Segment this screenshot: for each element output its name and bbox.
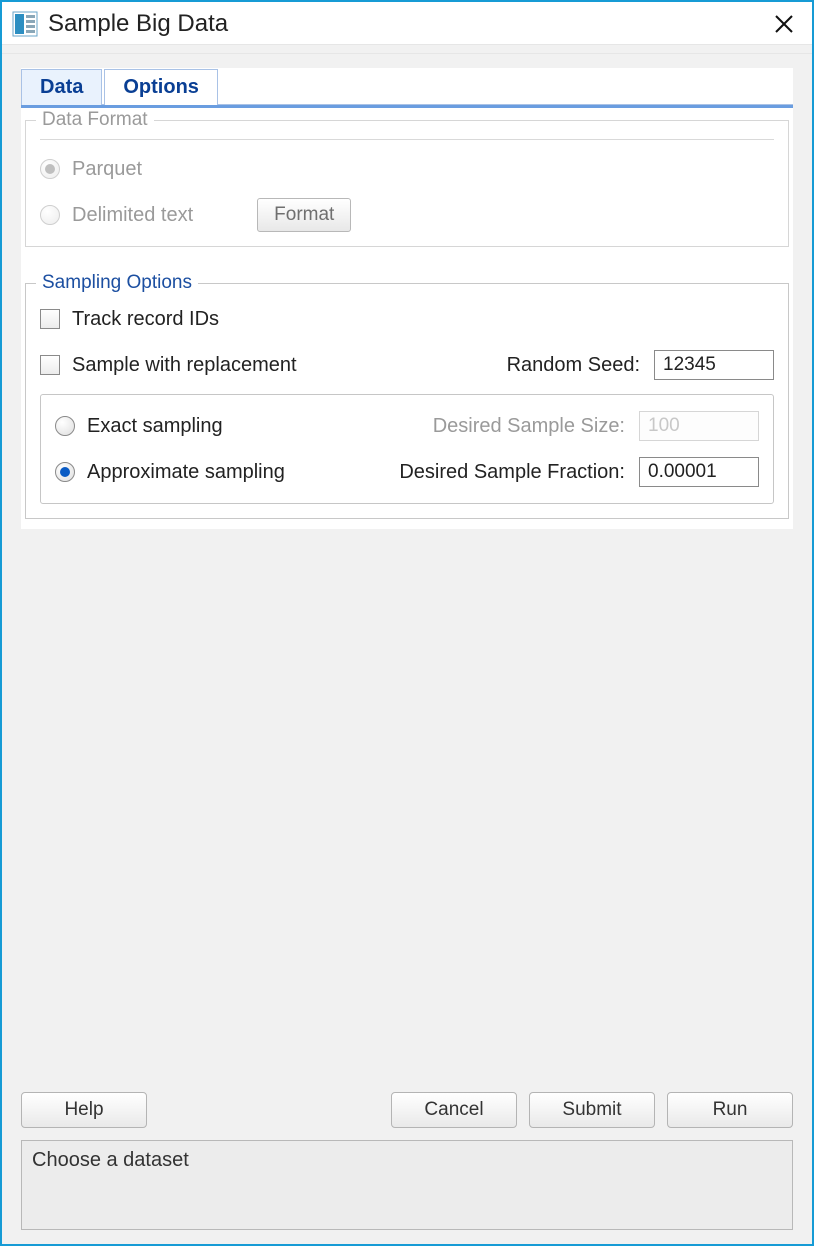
tab-options[interactable]: Options xyxy=(104,69,218,105)
format-button[interactable]: Format xyxy=(257,198,351,232)
help-button[interactable]: Help xyxy=(21,1092,147,1128)
label-desired-size: Desired Sample Size: xyxy=(433,415,625,438)
tab-data[interactable]: Data xyxy=(21,69,102,105)
tabs-row: Data Options xyxy=(21,68,793,104)
dialog-page: Data Options Data Format Parquet Delimit… xyxy=(21,68,793,529)
checkbox-track-ids[interactable] xyxy=(40,309,60,329)
label-replacement: Sample with replacement xyxy=(72,354,297,377)
field-desired-size: Desired Sample Size: xyxy=(433,411,759,441)
input-random-seed[interactable] xyxy=(654,350,774,380)
row-exact: Exact sampling Desired Sample Size: xyxy=(55,409,759,443)
label-random-seed: Random Seed: xyxy=(507,354,640,377)
status-box: Choose a dataset xyxy=(21,1140,793,1230)
tab-panel-data: Data Format Parquet Delimited text Forma… xyxy=(21,108,793,529)
client-area: Data Options Data Format Parquet Delimit… xyxy=(2,54,812,1244)
run-button[interactable]: Run xyxy=(667,1092,793,1128)
app-icon xyxy=(12,11,38,37)
menu-band xyxy=(2,44,812,54)
group-sampling-options: Sampling Options Track record IDs Sample… xyxy=(25,283,789,519)
data-format-divider xyxy=(40,139,774,140)
radio-exact[interactable] xyxy=(55,416,75,436)
row-delimited: Delimited text Format xyxy=(40,198,774,232)
status-message: Choose a dataset xyxy=(32,1149,189,1171)
field-random-seed: Random Seed: xyxy=(507,350,774,380)
label-exact: Exact sampling xyxy=(87,415,223,438)
close-icon xyxy=(774,14,794,34)
titlebar-left: Sample Big Data xyxy=(12,10,228,38)
label-parquet: Parquet xyxy=(72,158,142,181)
close-button[interactable] xyxy=(768,8,800,40)
label-delimited: Delimited text xyxy=(72,204,193,227)
label-approx: Approximate sampling xyxy=(87,461,285,484)
cancel-button[interactable]: Cancel xyxy=(391,1092,517,1128)
group-data-format: Data Format Parquet Delimited text Forma… xyxy=(25,120,789,247)
radio-approx[interactable] xyxy=(55,462,75,482)
row-replacement: Sample with replacement Random Seed: xyxy=(40,348,774,382)
submit-button[interactable]: Submit xyxy=(529,1092,655,1128)
radio-parquet[interactable] xyxy=(40,159,60,179)
label-desired-fraction: Desired Sample Fraction: xyxy=(399,461,625,484)
input-desired-fraction[interactable] xyxy=(639,457,759,487)
checkbox-replacement[interactable] xyxy=(40,355,60,375)
input-desired-size[interactable] xyxy=(639,411,759,441)
window-title: Sample Big Data xyxy=(48,10,228,38)
row-approx: Approximate sampling Desired Sample Frac… xyxy=(55,455,759,489)
frame-sampling-type: Exact sampling Desired Sample Size: Appr… xyxy=(40,394,774,504)
footer-buttons: Help Cancel Submit Run xyxy=(21,1078,793,1128)
row-parquet: Parquet xyxy=(40,152,774,186)
field-desired-fraction: Desired Sample Fraction: xyxy=(399,457,759,487)
radio-delimited[interactable] xyxy=(40,205,60,225)
row-track-ids: Track record IDs xyxy=(40,302,774,336)
titlebar: Sample Big Data xyxy=(2,2,812,44)
label-track-ids: Track record IDs xyxy=(72,308,219,331)
legend-data-format: Data Format xyxy=(36,109,154,131)
legend-sampling: Sampling Options xyxy=(36,272,198,294)
